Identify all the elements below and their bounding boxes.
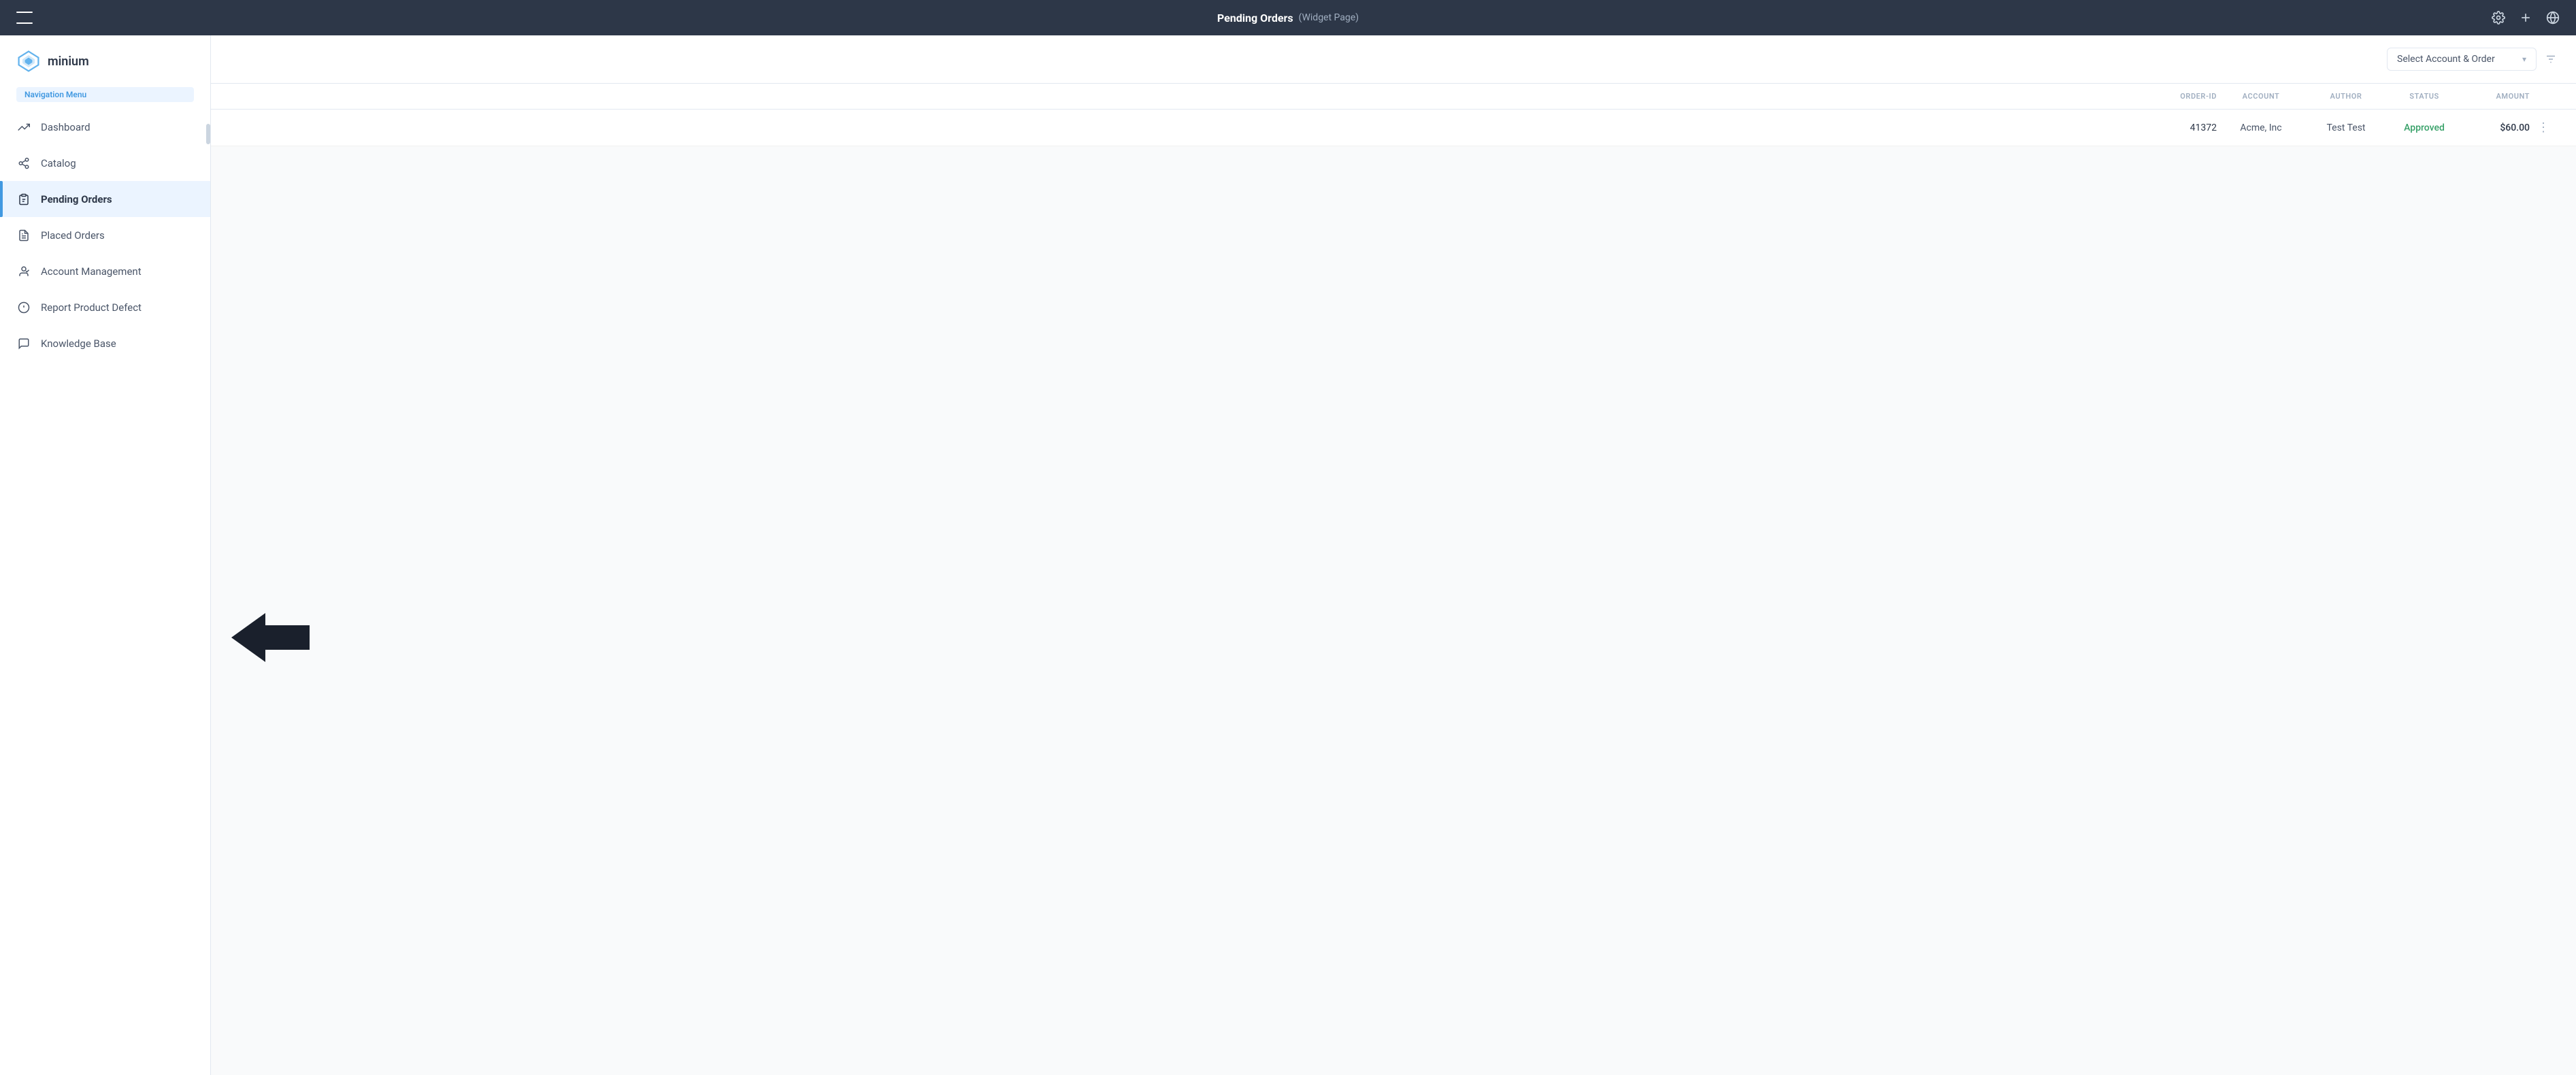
sidebar-label-report-defect: Report Product Defect bbox=[41, 301, 142, 314]
col-header-account: ACCOUNT bbox=[2217, 92, 2305, 101]
account-management-icon bbox=[16, 264, 31, 278]
nav-menu-label: Navigation Menu bbox=[16, 87, 194, 102]
sidebar-item-pending-orders[interactable]: Pending Orders bbox=[0, 181, 210, 217]
sidebar-label-knowledge-base: Knowledge Base bbox=[41, 337, 116, 350]
sidebar-label-account-management: Account Management bbox=[41, 265, 142, 278]
select-placeholder: Select Account & Order bbox=[2397, 54, 2495, 65]
row-cells: 41372 Acme, Inc Test Test Approved $60.0… bbox=[2135, 120, 2557, 135]
dashboard-icon bbox=[16, 120, 31, 134]
logo-text: minium bbox=[48, 54, 89, 69]
select-account-order-dropdown[interactable]: Select Account & Order ▾ bbox=[2387, 48, 2537, 71]
col-header-status: STATUS bbox=[2387, 92, 2462, 101]
col-header-order-id: ORDER-ID bbox=[2135, 92, 2217, 101]
table-header: ORDER-ID ACCOUNT AUTHOR STATUS AMOUNT bbox=[211, 84, 2576, 110]
cell-author: Test Test bbox=[2305, 122, 2387, 133]
table-row: 41372 Acme, Inc Test Test Approved $60.0… bbox=[211, 110, 2576, 146]
table-body: 41372 Acme, Inc Test Test Approved $60.0… bbox=[211, 110, 2576, 593]
empty-content-area bbox=[211, 593, 2576, 1075]
catalog-icon bbox=[16, 156, 31, 170]
main-layout: minium Navigation Menu Dashboard bbox=[0, 35, 2576, 1075]
knowledge-base-icon bbox=[16, 336, 31, 350]
settings-icon[interactable] bbox=[2492, 11, 2505, 24]
row-more-menu-button[interactable]: ⋮ bbox=[2530, 120, 2557, 135]
logo-icon bbox=[16, 49, 41, 73]
col-header-amount: AMOUNT bbox=[2462, 92, 2530, 101]
sidebar-label-catalog: Catalog bbox=[41, 157, 76, 169]
pending-orders-icon bbox=[16, 192, 31, 206]
col-header-author: AUTHOR bbox=[2305, 92, 2387, 101]
sidebar: minium Navigation Menu Dashboard bbox=[0, 35, 211, 1075]
sidebar-header: minium bbox=[0, 35, 210, 80]
table-column-headers: ORDER-ID ACCOUNT AUTHOR STATUS AMOUNT bbox=[2135, 92, 2557, 101]
cell-order-id: 41372 bbox=[2135, 122, 2217, 133]
sidebar-label-pending-orders: Pending Orders bbox=[41, 193, 112, 205]
cell-account: Acme, Inc bbox=[2217, 122, 2305, 133]
arrow-body bbox=[265, 625, 310, 650]
arrow-head bbox=[231, 613, 265, 662]
sidebar-label-dashboard: Dashboard bbox=[41, 121, 90, 133]
globe-icon[interactable] bbox=[2546, 11, 2560, 24]
topbar: Pending Orders (Widget Page) bbox=[0, 0, 2576, 35]
main-content: Select Account & Order ▾ ORDER-ID ACCOUN… bbox=[211, 35, 2576, 1075]
sidebar-item-knowledge-base[interactable]: Knowledge Base bbox=[0, 325, 210, 361]
topbar-left bbox=[16, 12, 33, 24]
sidebar-item-account-management[interactable]: Account Management bbox=[0, 253, 210, 289]
page-subtitle: (Widget Page) bbox=[1299, 12, 1359, 23]
sidebar-toggle-button[interactable] bbox=[16, 12, 33, 24]
chevron-down-icon: ▾ bbox=[2522, 54, 2526, 64]
report-defect-icon bbox=[16, 300, 31, 314]
sidebar-item-dashboard[interactable]: Dashboard bbox=[0, 109, 210, 145]
topbar-center: Pending Orders (Widget Page) bbox=[1217, 12, 1359, 24]
sidebar-item-catalog[interactable]: Catalog bbox=[0, 145, 210, 181]
cell-actions: ⋮ bbox=[2530, 120, 2557, 135]
sidebar-label-placed-orders: Placed Orders bbox=[41, 229, 105, 242]
content-header: Select Account & Order ▾ bbox=[211, 35, 2576, 84]
page-title: Pending Orders bbox=[1217, 12, 1293, 24]
cell-status: Approved bbox=[2387, 122, 2462, 133]
cell-amount: $60.00 bbox=[2462, 122, 2530, 133]
sidebar-item-report-defect[interactable]: Report Product Defect bbox=[0, 289, 210, 325]
placed-orders-icon bbox=[16, 228, 31, 242]
left-arrow-indicator bbox=[231, 613, 310, 662]
sidebar-item-placed-orders[interactable]: Placed Orders bbox=[0, 217, 210, 253]
topbar-right bbox=[2492, 11, 2560, 24]
add-icon[interactable] bbox=[2519, 11, 2532, 24]
filter-icon[interactable] bbox=[2545, 53, 2557, 65]
